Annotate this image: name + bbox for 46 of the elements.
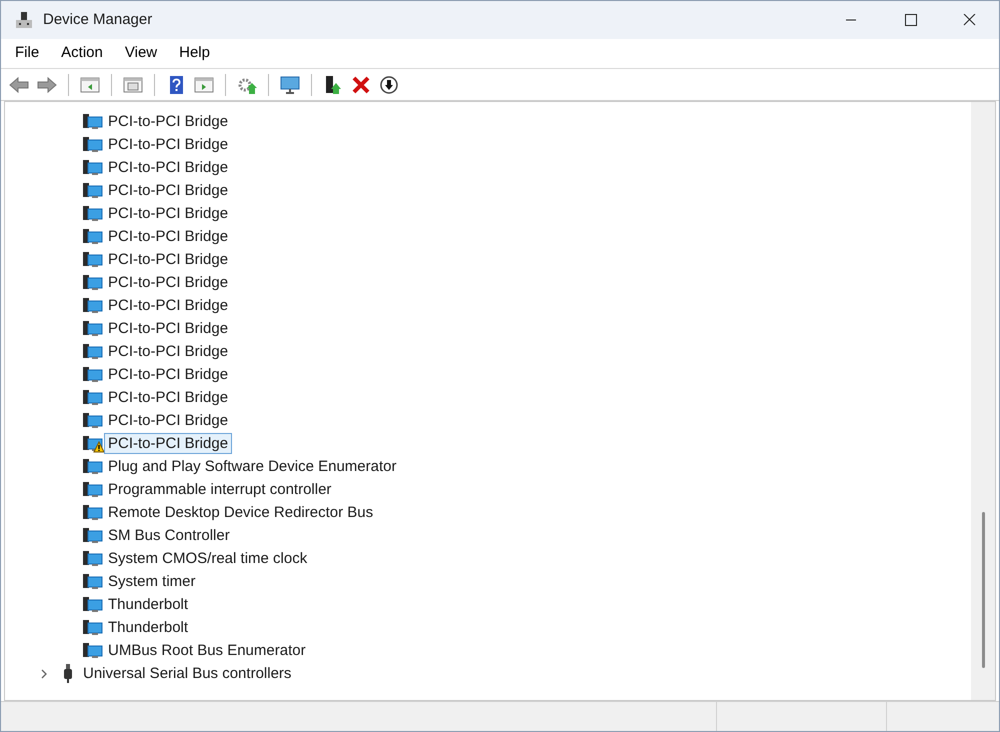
- usb-icon: [63, 664, 73, 683]
- tree-item[interactable]: UMBus Root Bus Enumerator: [104, 640, 310, 661]
- tree-item[interactable]: PCI-to-PCI Bridge: [104, 157, 232, 178]
- tree-item[interactable]: PCI-to-PCI Bridge: [104, 203, 232, 224]
- device-manager-icon: [15, 11, 33, 29]
- device-update-icon: [323, 74, 343, 94]
- menu-item[interactable]: File: [7, 40, 48, 67]
- tree-item[interactable]: PCI-to-PCI Bridge: [104, 295, 232, 316]
- back-icon: [9, 74, 29, 94]
- tree-item[interactable]: PCI-to-PCI Bridge: [104, 226, 232, 247]
- tree-item[interactable]: PCI-to-PCI Bridge: [104, 387, 232, 408]
- delete-icon: [351, 74, 371, 94]
- forward-icon: [37, 74, 57, 94]
- tree-item[interactable]: PCI-to-PCI Bridge: [104, 272, 232, 293]
- tree-item[interactable]: System timer: [104, 571, 200, 592]
- window-title: Device Manager: [43, 10, 152, 30]
- tree-item[interactable]: Thunderbolt: [104, 617, 192, 638]
- tree-item[interactable]: Universal Serial Bus controllers: [79, 663, 296, 684]
- tree-item[interactable]: PCI-to-PCI Bridge: [104, 410, 232, 431]
- tree-item[interactable]: SM Bus Controller: [104, 525, 234, 546]
- tree-item[interactable]: PCI-to-PCI Bridge: [104, 318, 232, 339]
- monitor-icon: [280, 74, 300, 94]
- download-icon: [379, 74, 399, 94]
- tree-item[interactable]: PCI-to-PCI Bridge: [104, 341, 232, 362]
- window-pane-icon: [80, 74, 100, 94]
- tree-item[interactable]: PCI-to-PCI Bridge: [104, 111, 232, 132]
- scrollbar-thumb[interactable]: [982, 512, 984, 668]
- properties-icon: [123, 74, 143, 94]
- menu-item[interactable]: Help: [171, 40, 218, 67]
- tree-item[interactable]: PCI-to-PCI Bridge: [104, 180, 232, 201]
- menu-item[interactable]: Action: [53, 40, 111, 67]
- tree-item[interactable]: Programmable interrupt controller: [104, 479, 336, 500]
- tree-item[interactable]: Plug and Play Software Device Enumerator: [104, 456, 400, 477]
- scrollbar[interactable]: [971, 102, 995, 700]
- tree-item[interactable]: Thunderbolt: [104, 594, 192, 615]
- tree-item[interactable]: PCI-to-PCI Bridge: [104, 364, 232, 385]
- close-icon: [962, 14, 978, 26]
- window-pane-icon: [194, 74, 214, 94]
- menu-item[interactable]: View: [116, 40, 166, 67]
- tree-item[interactable]: System CMOS/real time clock: [104, 548, 312, 569]
- chevron-right-icon[interactable]: [39, 668, 49, 678]
- tree-item[interactable]: PCI-to-PCI Bridge: [104, 249, 232, 270]
- tree-item[interactable]: Remote Desktop Device Redirector Bus: [104, 502, 378, 523]
- tree-item[interactable]: PCI-to-PCI Bridge: [104, 134, 232, 155]
- tree-item[interactable]: PCI-to-PCI Bridge: [104, 433, 232, 454]
- maximize-icon: [902, 14, 918, 26]
